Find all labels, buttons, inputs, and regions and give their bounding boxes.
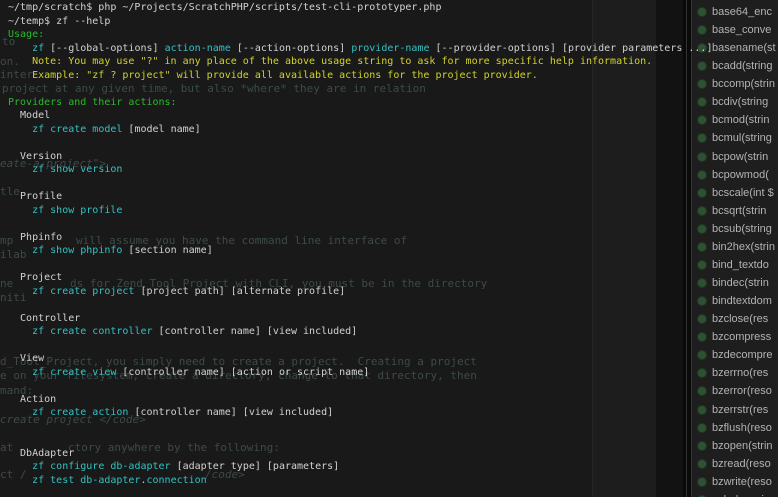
terminal-text-segment: provider-name: [351, 43, 429, 54]
terminal-line: zf create model [model name]: [8, 123, 728, 137]
terminal-text-segment: [8, 164, 32, 175]
terminal-text-segment: zf create project: [32, 286, 134, 297]
terminal-text-segment: [--action-options]: [231, 43, 351, 54]
terminal-text-segment: zf: [32, 43, 44, 54]
terminal-line: zf test db-adapter.connection: [8, 474, 728, 488]
terminal-text-segment: Usage:: [8, 29, 44, 40]
terminal-text-segment: Project: [8, 272, 62, 283]
terminal-line: Action: [8, 393, 728, 407]
terminal-line: [8, 82, 728, 96]
terminal-text-segment: Model: [8, 110, 50, 121]
terminal-line: [8, 420, 728, 434]
terminal-line: Project: [8, 271, 728, 285]
terminal-text-segment: zf create view: [32, 367, 116, 378]
terminal-text-segment: [8, 461, 32, 472]
terminal-text-segment: zf show version: [32, 164, 122, 175]
terminal-line: [8, 136, 728, 150]
terminal-line: View: [8, 352, 728, 366]
terminal-text-segment: View: [8, 353, 44, 364]
screen: { "terminal": { "colors": { "white": "#d…: [0, 0, 778, 497]
terminal-text-segment: [8, 124, 32, 135]
terminal-text-segment: [adapter type] [parameters]: [171, 461, 340, 472]
terminal-line: [8, 258, 728, 272]
terminal-line: [8, 433, 728, 447]
terminal-line: Controller: [8, 312, 728, 326]
terminal-text-segment: zf create controller: [32, 326, 152, 337]
terminal-text-segment: Version: [8, 151, 62, 162]
terminal-text-segment: [8, 286, 32, 297]
terminal-text-segment: Action: [8, 394, 56, 405]
terminal-text-segment: Providers and their actions:: [8, 97, 177, 108]
terminal-line: zf show version: [8, 163, 728, 177]
terminal-text-segment: action-name: [165, 43, 231, 54]
terminal-text-segment: [--global-options]: [44, 43, 164, 54]
terminal-text-segment: DbAdapter: [8, 448, 74, 459]
terminal-line: zf show phpinfo [section name]: [8, 244, 728, 258]
terminal-line: [8, 379, 728, 393]
terminal-text-segment: [8, 326, 32, 337]
terminal-text-segment: [8, 43, 32, 54]
terminal-text-segment: [8, 407, 32, 418]
terminal-text-segment: ~/temp$ zf --help: [8, 16, 110, 27]
terminal-line: Example: "zf ? project" will provide all…: [8, 69, 728, 83]
terminal-text-segment: [--provider-options] [provider parameter…: [430, 43, 713, 54]
terminal-line: Note: You may use "?" in any place of th…: [8, 55, 728, 69]
terminal-line: zf configure db-adapter [adapter type] […: [8, 460, 728, 474]
terminal-line: Version: [8, 150, 728, 164]
terminal-text-segment: connection: [147, 475, 207, 486]
terminal-line: zf create action [controller name] [view…: [8, 406, 728, 420]
terminal-text-segment: [project path] [alternate profile]: [134, 286, 345, 297]
terminal-text-segment: Profile: [8, 191, 62, 202]
terminal-text-segment: Phpinfo: [8, 232, 62, 243]
terminal-text-segment: [controller name] [view included]: [128, 407, 333, 418]
function-list-item-partial[interactable]: cal_days_in: [692, 491, 778, 497]
terminal-text-segment: zf create model: [32, 124, 122, 135]
terminal-line: zf create controller [controller name] […: [8, 325, 728, 339]
terminal-text-segment: Note: You may use "?" in any place of th…: [8, 56, 652, 67]
terminal-line: Profile: [8, 190, 728, 204]
terminal-text-segment: [8, 245, 32, 256]
terminal-line: zf show profile: [8, 204, 728, 218]
terminal-text-segment: zf show profile: [32, 205, 122, 216]
terminal-text-segment: ~/tmp/scratch$ php ~/Projects/ScratchPHP…: [8, 2, 441, 13]
terminal-line: [8, 217, 728, 231]
terminal-text-segment: Controller: [8, 313, 80, 324]
terminal-text-segment: [controller name] [view included]: [153, 326, 358, 337]
terminal-text-segment: zf show phpinfo: [32, 245, 122, 256]
terminal-text-segment: zf create action: [32, 407, 128, 418]
terminal-line: Phpinfo: [8, 231, 728, 245]
terminal-line: Providers and their actions:: [8, 96, 728, 110]
terminal-line: [8, 298, 728, 312]
terminal-line: [8, 177, 728, 191]
terminal-line: Model: [8, 109, 728, 123]
terminal-text-segment: [controller name] [action or script name…: [116, 367, 369, 378]
terminal-line: ~/tmp/scratch$ php ~/Projects/ScratchPHP…: [8, 1, 728, 15]
terminal-text-segment: zf configure db-adapter: [32, 461, 170, 472]
terminal-line: DbAdapter: [8, 447, 728, 461]
terminal-text-segment: [section name]: [122, 245, 212, 256]
terminal-line: ~/temp$ zf --help: [8, 15, 728, 29]
terminal-line: zf [--global-options] action-name [--act…: [8, 42, 728, 56]
terminal-line: zf create project [project path] [altern…: [8, 285, 728, 299]
terminal-output[interactable]: ~/tmp/scratch$ php ~/Projects/ScratchPHP…: [0, 0, 728, 487]
terminal-line: Usage:: [8, 28, 728, 42]
terminal-text-segment: [8, 367, 32, 378]
terminal-text-segment: [8, 205, 32, 216]
terminal-line: [8, 339, 728, 353]
terminal-text-segment: [model name]: [122, 124, 200, 135]
terminal-line: zf create view [controller name] [action…: [8, 366, 728, 380]
terminal-text-segment: Example: "zf ? project" will provide all…: [8, 70, 538, 81]
terminal-text-segment: [8, 475, 32, 486]
terminal-text-segment: zf test db-adapter: [32, 475, 140, 486]
